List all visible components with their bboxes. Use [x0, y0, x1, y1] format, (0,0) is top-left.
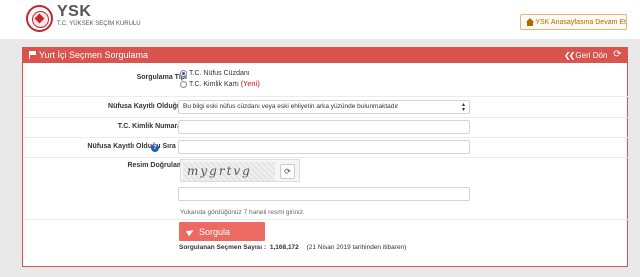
- select-arrows-icon: ▴ ▾: [461, 102, 465, 113]
- panel-title: Yurt İçi Seçmen Sorgulama: [39, 50, 149, 60]
- radio-label: T.C. Nüfus Cüzdanı: [189, 70, 250, 77]
- province-select[interactable]: Bu bilgi eski nüfus cüzdanı veya eski eh…: [178, 100, 470, 114]
- logo-subtitle: T.C. YÜKSEK SEÇİM KURULU: [57, 21, 141, 27]
- count-label: Sorgulanan Seçmen Sayısı :: [179, 244, 267, 251]
- voter-query-panel: Yurt İçi Seçmen Sorgulama ❮❮ Geri Dön ⟳ …: [22, 47, 628, 267]
- top-header: YSK T.C. YÜKSEK SEÇİM KURULU YSK Anasayf…: [0, 0, 640, 39]
- count-value: 1,168,172: [269, 244, 299, 251]
- question-icon[interactable]: ?: [151, 144, 159, 152]
- refresh-icon[interactable]: ⟳: [612, 49, 623, 61]
- send-icon: [185, 227, 196, 236]
- tc-id-input[interactable]: [178, 120, 470, 134]
- captcha-refresh-icon[interactable]: ⟳: [280, 164, 295, 179]
- tc-id-label: T.C. Kimlik Numarası: [117, 123, 187, 130]
- home-button-label: YSK Anasayfasına Devam Et: [535, 18, 626, 26]
- back-label: Geri Dön: [575, 51, 608, 60]
- province-select-value: Bu bilgi eski nüfus cüzdanı veya eski eh…: [183, 103, 399, 110]
- divider: [24, 117, 628, 118]
- order-no-input[interactable]: [178, 140, 470, 154]
- ysk-logo-seal[interactable]: [26, 5, 53, 32]
- radio-label: T.C. Kimlik Kartı: [189, 81, 239, 88]
- radio-option-nufus-cuzdani[interactable]: T.C. Nüfus Cüzdanı: [180, 70, 250, 77]
- panel-header: Yurt İçi Seçmen Sorgulama ❮❮ Geri Dön ⟳: [23, 48, 627, 63]
- captcha-input[interactable]: [178, 187, 470, 201]
- radio-button[interactable]: [180, 70, 187, 77]
- radio-button[interactable]: [180, 81, 187, 88]
- captcha-box: mygrtvg ⟳: [180, 159, 300, 182]
- divider: [24, 96, 628, 97]
- radio-option-kimlik-karti[interactable]: T.C. Kimlik Kartı (Yeni): [180, 81, 260, 88]
- voter-count-line: Sorgulanan Seçmen Sayısı : 1,168,172 (21…: [179, 244, 406, 251]
- submit-label: Sorgula: [199, 226, 231, 237]
- count-note: (21 Nisan 2019 tarihinden itibaren): [306, 244, 407, 251]
- submit-query-button[interactable]: Sorgula: [179, 222, 265, 241]
- flag-icon: [29, 51, 36, 59]
- back-button[interactable]: ❮❮ Geri Dön: [564, 51, 607, 60]
- home-icon: [526, 18, 535, 26]
- divider: [24, 157, 628, 158]
- order-no-label: Nüfusa Kayıtlı Olduğu Sıra No: [87, 143, 187, 150]
- captcha-hint: Yukarıda gördüğünüz 7 haneli resmi girin…: [180, 209, 305, 216]
- province-label: Nüfusa Kayıtlı Olduğu İl: [108, 103, 187, 110]
- double-chevron-left-icon: ❮❮: [564, 51, 575, 60]
- captcha-image: mygrtvg: [183, 162, 275, 181]
- home-continue-button[interactable]: YSK Anasayfasına Devam Et: [520, 14, 627, 30]
- logo-title[interactable]: YSK: [57, 3, 91, 21]
- new-badge: (Yeni): [240, 81, 260, 88]
- divider: [24, 219, 628, 220]
- divider: [24, 137, 628, 138]
- captcha-label: Resim Doğrulama: [127, 162, 187, 169]
